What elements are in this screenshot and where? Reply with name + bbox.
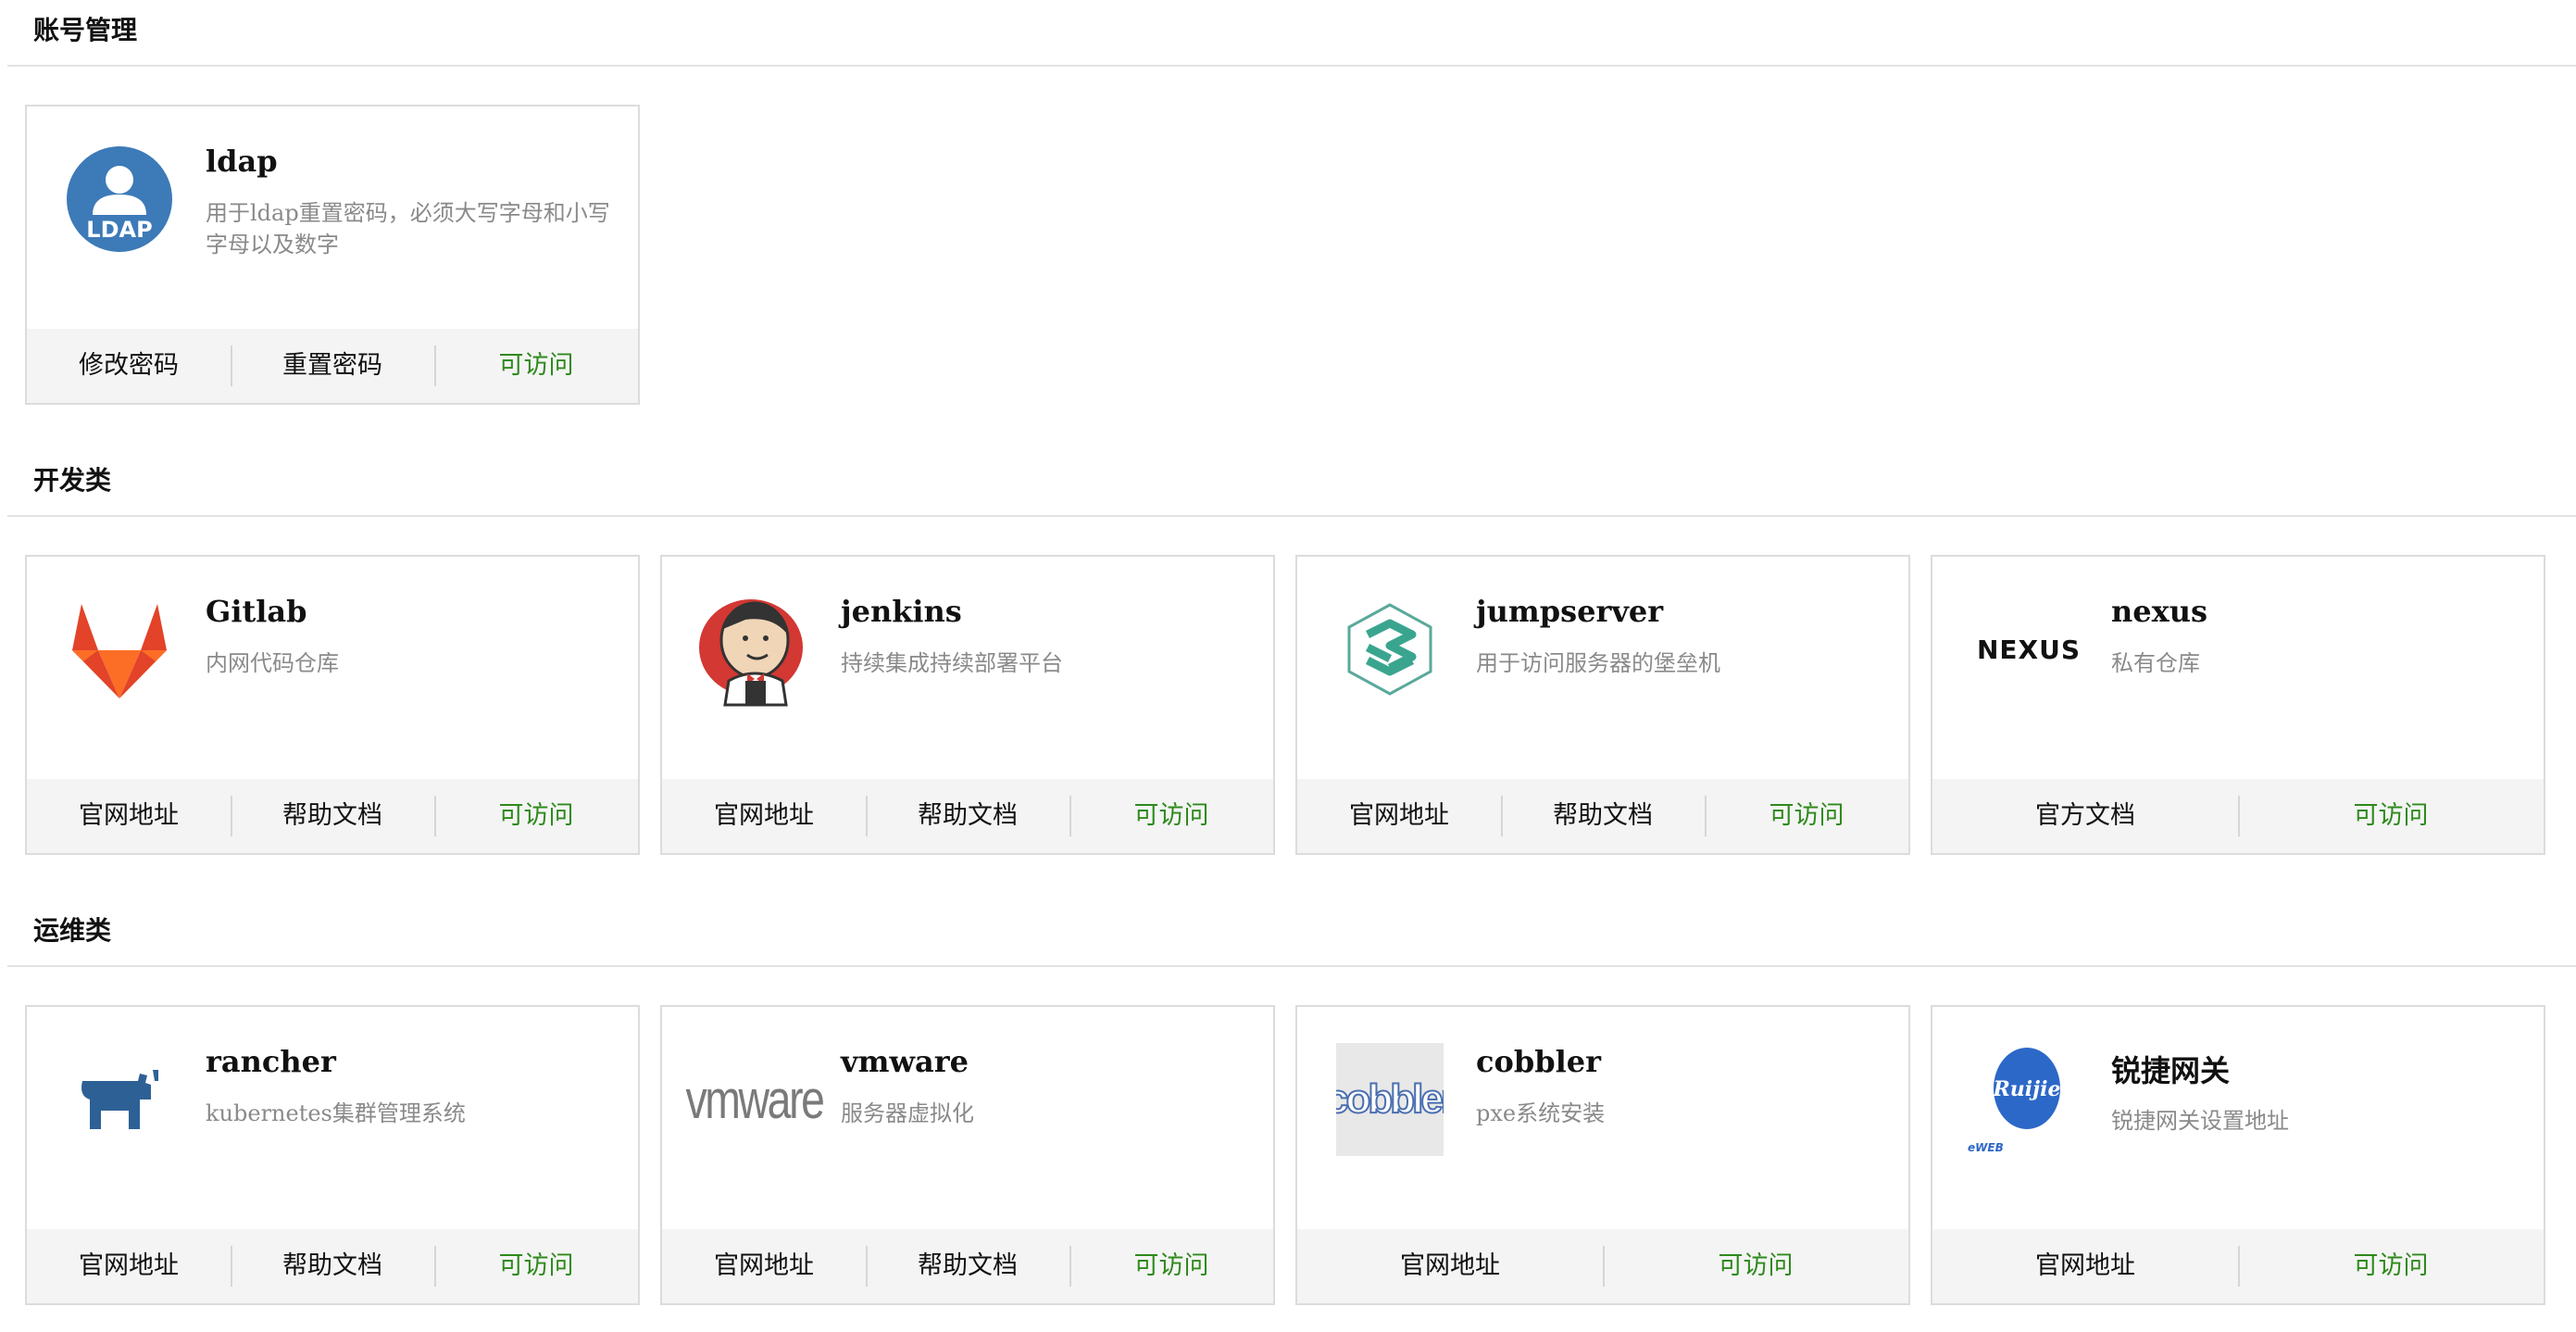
reset-password-link[interactable]: 重置密码	[231, 346, 434, 386]
jumpserver-logo[interactable]	[1332, 592, 1447, 707]
card-footer: 官网地址 帮助文档 可访问	[662, 779, 1273, 853]
card-desc: 锐捷网关设置地址	[2111, 1108, 2289, 1134]
section-dev: 开发类 Gitlab 内网代码仓库 官网地址 帮助文档 可访问 jenkins …	[0, 450, 2576, 855]
help-docs-link[interactable]: 帮助文档	[231, 1246, 434, 1287]
official-site-link[interactable]: 官网地址	[662, 796, 866, 836]
card-desc: 服务器虚拟化	[841, 1100, 974, 1126]
change-password-link[interactable]: 修改密码	[27, 346, 231, 386]
eweb-wordmark: eWEB	[1968, 1141, 2004, 1154]
card-vmware: vmware vmware 服务器虚拟化 官网地址 帮助文档 可访问	[660, 1005, 1275, 1305]
card-desc: 用于ldap重置密码，必须大写字母和小写字母以及数字	[206, 200, 610, 258]
card-jenkins: jenkins 持续集成持续部署平台 官网地址 帮助文档 可访问	[660, 555, 1275, 855]
official-docs-link[interactable]: 官方文档	[1932, 796, 2238, 836]
card-footer: 官网地址 帮助文档 可访问	[662, 1229, 1273, 1303]
card-name[interactable]: ldap	[206, 144, 278, 179]
card-footer: 官网地址 帮助文档 可访问	[1297, 779, 1908, 853]
status-accessible[interactable]: 可访问	[434, 346, 638, 386]
status-accessible[interactable]: 可访问	[434, 796, 638, 836]
nexus-wordmark: NEXUS	[1976, 634, 2082, 665]
help-docs-link[interactable]: 帮助文档	[866, 1246, 1069, 1287]
card-footer: 修改密码 重置密码 可访问	[27, 329, 638, 403]
status-accessible[interactable]: 可访问	[434, 1246, 638, 1287]
card-nexus: NEXUS nexus 私有仓库 官方文档 可访问	[1931, 555, 2545, 855]
help-docs-link[interactable]: 帮助文档	[866, 796, 1069, 836]
card-desc: pxe系统安装	[1476, 1100, 1606, 1126]
gitlab-logo[interactable]	[62, 592, 177, 707]
ruijie-logo[interactable]: Ruijie eWEB	[1968, 1042, 2082, 1157]
card-gitlab: Gitlab 内网代码仓库 官网地址 帮助文档 可访问	[25, 555, 640, 855]
card-ldap: LDAP ldap 用于ldap重置密码，必须大写字母和小写字母以及数字 修改密…	[25, 105, 640, 405]
card-name[interactable]: Gitlab	[206, 594, 307, 629]
gitlab-icon	[72, 604, 167, 698]
official-site-link[interactable]: 官网地址	[1297, 796, 1501, 836]
rancher-icon	[81, 1070, 158, 1129]
official-site-link[interactable]: 官网地址	[1932, 1246, 2238, 1287]
card-footer: 官方文档 可访问	[1932, 779, 2544, 853]
card-name[interactable]: jenkins	[841, 594, 962, 629]
cobbler-wordmark: cobbler	[1336, 1075, 1444, 1123]
card-jumpserver: jumpserver 用于访问服务器的堡垒机 官网地址 帮助文档 可访问	[1295, 555, 1910, 855]
card-name[interactable]: 锐捷网关	[2111, 1048, 2230, 1090]
status-accessible[interactable]: 可访问	[1069, 796, 1273, 836]
status-accessible[interactable]: 可访问	[2238, 1246, 2544, 1287]
help-docs-link[interactable]: 帮助文档	[231, 796, 434, 836]
vmware-wordmark: vmware	[685, 1069, 825, 1130]
section-title: 开发类	[7, 450, 2576, 517]
official-site-link[interactable]: 官网地址	[662, 1246, 866, 1287]
card-cobbler: cobbler cobbler pxe系统安装 官网地址 可访问	[1295, 1005, 1910, 1305]
jumpserver-icon	[1347, 603, 1432, 696]
card-desc: 内网代码仓库	[206, 650, 339, 676]
jenkins-logo[interactable]	[697, 592, 812, 707]
section-ops: 运维类 rancher kubernetes集群管理系统 官网地址 帮助文档 可…	[0, 900, 2576, 1305]
section-account: 账号管理 LDAP ldap 用于ldap重置密码，必须大写字母和小写字母以及数…	[0, 0, 2576, 405]
rancher-logo[interactable]	[62, 1042, 177, 1157]
card-name[interactable]: jumpserver	[1476, 594, 1663, 629]
card-desc: kubernetes集群管理系统	[206, 1100, 466, 1126]
help-docs-link[interactable]: 帮助文档	[1501, 796, 1705, 836]
ldap-logo[interactable]: LDAP	[62, 142, 177, 257]
cobbler-image: cobbler	[1336, 1043, 1444, 1156]
section-title: 账号管理	[7, 0, 2576, 67]
nexus-logo[interactable]: NEXUS	[1964, 592, 2094, 707]
jenkins-icon	[699, 599, 803, 707]
card-footer: 官网地址 可访问	[1297, 1229, 1908, 1303]
card-footer: 官网地址 帮助文档 可访问	[27, 1229, 638, 1303]
status-accessible[interactable]: 可访问	[2238, 796, 2544, 836]
card-name[interactable]: vmware	[841, 1044, 969, 1079]
ruijie-wordmark: Ruijie	[1993, 1077, 2061, 1101]
card-desc: 用于访问服务器的堡垒机	[1476, 650, 1720, 676]
svg-text:LDAP: LDAP	[86, 217, 152, 243]
ruijie-icon: Ruijie eWEB	[1968, 1048, 2061, 1154]
status-accessible[interactable]: 可访问	[1603, 1246, 1908, 1287]
card-footer: 官网地址 可访问	[1932, 1229, 2544, 1303]
service-portal: 账号管理 LDAP ldap 用于ldap重置密码，必须大写字母和小写字母以及数…	[0, 0, 2576, 1332]
official-site-link[interactable]: 官网地址	[27, 796, 231, 836]
card-ruijie: Ruijie eWEB 锐捷网关 锐捷网关设置地址 官网地址 可访问	[1931, 1005, 2545, 1305]
status-accessible[interactable]: 可访问	[1705, 796, 1908, 836]
official-site-link[interactable]: 官网地址	[1297, 1246, 1603, 1287]
vmware-logo[interactable]: vmware	[686, 1042, 825, 1157]
status-accessible[interactable]: 可访问	[1069, 1246, 1273, 1287]
cobbler-logo[interactable]: cobbler	[1332, 1042, 1447, 1157]
card-desc: 持续集成持续部署平台	[841, 650, 1063, 676]
section-title: 运维类	[7, 900, 2576, 967]
card-desc: 私有仓库	[2111, 650, 2200, 676]
card-name[interactable]: rancher	[206, 1044, 336, 1079]
card-name[interactable]: nexus	[2111, 594, 2207, 629]
card-rancher: rancher kubernetes集群管理系统 官网地址 帮助文档 可访问	[25, 1005, 640, 1305]
official-site-link[interactable]: 官网地址	[27, 1246, 231, 1287]
card-footer: 官网地址 帮助文档 可访问	[27, 779, 638, 853]
card-name[interactable]: cobbler	[1476, 1044, 1601, 1079]
ldap-icon: LDAP	[67, 146, 172, 252]
